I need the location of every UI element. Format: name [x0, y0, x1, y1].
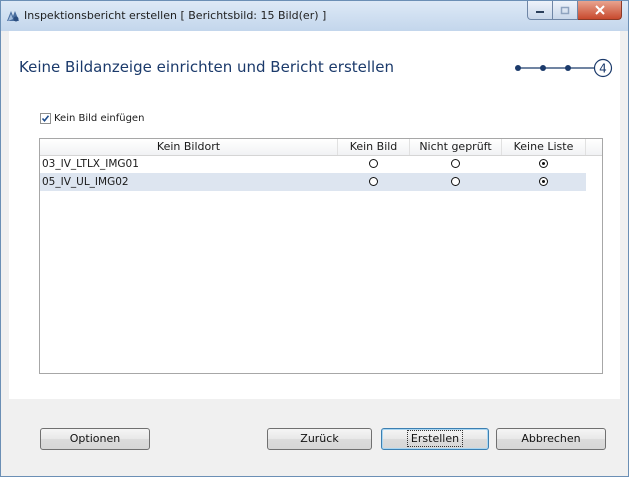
- radio-no-image[interactable]: [369, 159, 378, 168]
- create-button[interactable]: Erstellen: [381, 428, 489, 450]
- radio-not-checked[interactable]: [451, 159, 460, 168]
- radio-no-image[interactable]: [369, 177, 378, 186]
- image-location-table: Kein Bildort Kein Bild Nicht geprüft Kei…: [39, 138, 603, 374]
- radio-no-list[interactable]: [539, 159, 548, 168]
- minimize-button[interactable]: [527, 1, 553, 20]
- row-location-name: 05_IV_UL_IMG02: [42, 176, 129, 188]
- radio-not-checked[interactable]: [451, 177, 460, 186]
- step-dot-2: [540, 65, 546, 71]
- step-dot-1: [515, 65, 521, 71]
- radio-no-list[interactable]: [539, 177, 548, 186]
- page-title: Keine Bildanzeige einrichten und Bericht…: [19, 58, 394, 76]
- no-image-checkbox-label: Kein Bild einfügen: [54, 113, 145, 124]
- close-icon: [594, 5, 605, 15]
- window-controls: [527, 1, 622, 20]
- options-button[interactable]: Optionen: [40, 428, 150, 450]
- column-header-no-image[interactable]: Kein Bild: [338, 139, 410, 155]
- create-button-label: Erstellen: [406, 430, 464, 447]
- column-header-no-list[interactable]: Keine Liste: [502, 139, 586, 155]
- back-button[interactable]: Zurück: [267, 428, 372, 450]
- checkmark-icon: [41, 115, 50, 123]
- table-row[interactable]: 05_IV_UL_IMG02: [40, 173, 586, 191]
- step-dot-3: [565, 65, 571, 71]
- title-bar[interactable]: Inspektionsbericht erstellen [ Berichtsb…: [1, 1, 628, 31]
- close-button[interactable]: [578, 1, 622, 20]
- cancel-button[interactable]: Abbrechen: [496, 428, 606, 450]
- maximize-icon: [560, 6, 570, 14]
- minimize-icon: [536, 11, 544, 13]
- table-row[interactable]: 03_IV_LTLX_IMG01: [40, 155, 586, 173]
- window-title: Inspektionsbericht erstellen [ Berichtsb…: [24, 9, 327, 22]
- no-image-checkbox-row[interactable]: Kein Bild einfügen: [40, 113, 144, 124]
- step-current-label: 4: [599, 62, 607, 76]
- row-location-name: 03_IV_LTLX_IMG01: [42, 158, 139, 170]
- column-header-not-checked[interactable]: Nicht geprüft: [410, 139, 502, 155]
- app-icon: [7, 11, 19, 22]
- column-header-location[interactable]: Kein Bildort: [40, 139, 338, 155]
- maximize-button[interactable]: [553, 1, 578, 20]
- no-image-checkbox[interactable]: [40, 113, 51, 124]
- step-indicator: 4: [515, 58, 613, 78]
- table-header: Kein Bildort Kein Bild Nicht geprüft Kei…: [40, 139, 602, 156]
